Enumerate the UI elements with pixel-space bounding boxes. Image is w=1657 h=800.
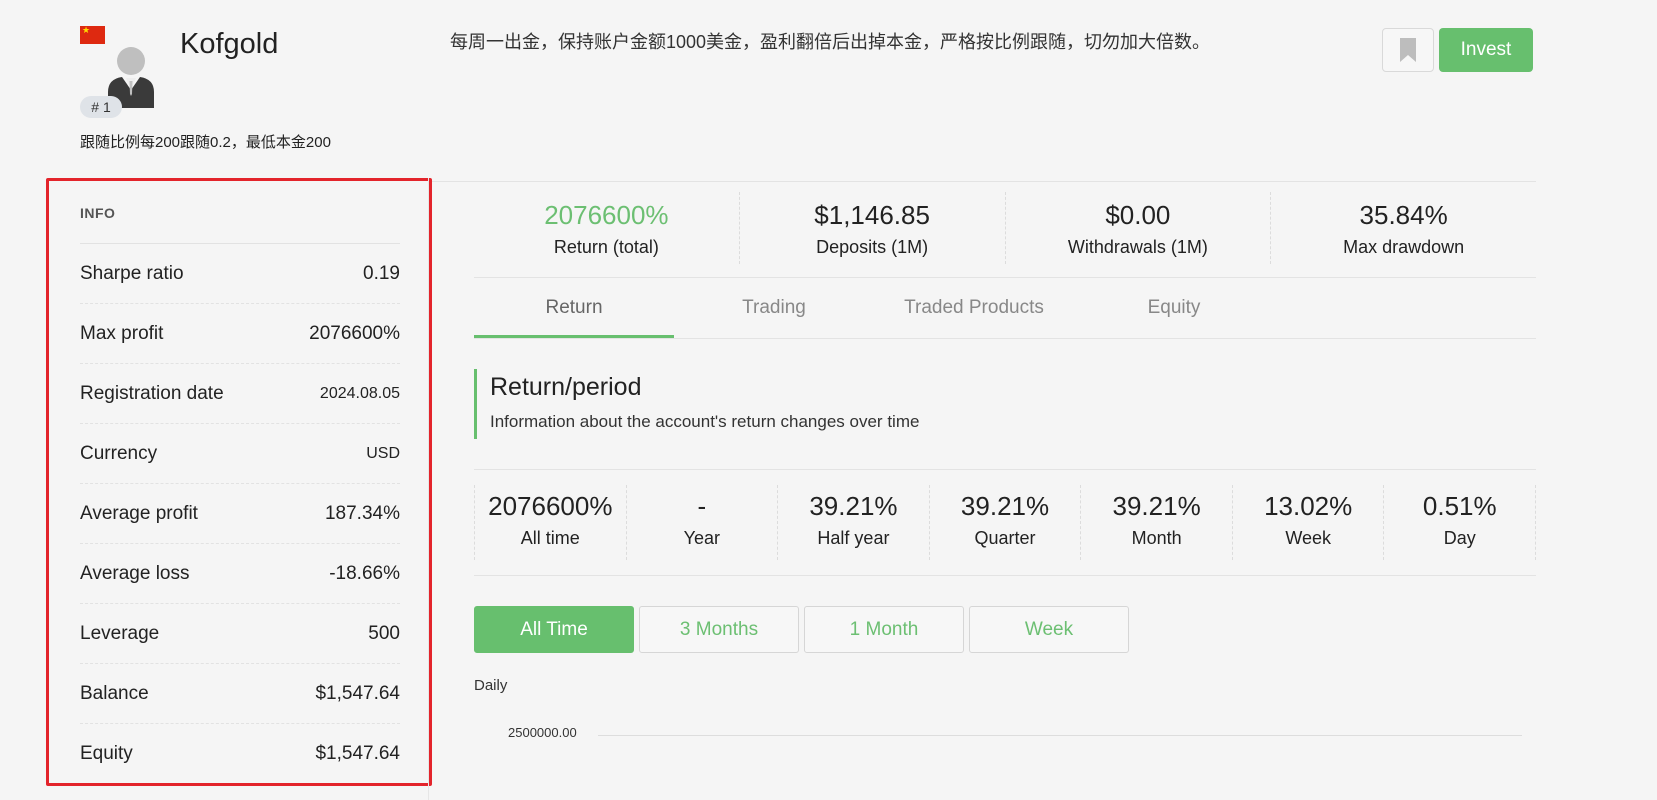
info-row-sharpe-ratio: Sharpe ratio 0.19 (80, 244, 400, 304)
info-value: 0.19 (363, 262, 400, 284)
tab-traded-products[interactable]: Traded Products (874, 278, 1074, 338)
info-value: $1,547.64 (315, 743, 400, 764)
bookmark-button[interactable] (1382, 28, 1434, 72)
chart-gridline (598, 735, 1522, 736)
info-label: Currency (80, 442, 158, 464)
info-value: -18.66% (329, 562, 400, 584)
info-label: Balance (80, 682, 149, 704)
detail-tabs: Return Trading Traded Products Equity (474, 277, 1536, 339)
period-value: 13.02% (1264, 491, 1353, 521)
tab-trading[interactable]: Trading (674, 278, 874, 338)
tab-equity[interactable]: Equity (1074, 278, 1274, 338)
period-value: 39.21% (1112, 491, 1201, 521)
section-title: Return/period (490, 373, 642, 401)
info-row-average-profit: Average profit 187.34% (80, 484, 400, 544)
period-month: 39.21% Month (1081, 485, 1233, 560)
period-value: 39.21% (809, 491, 898, 521)
summary-stats: 2076600% Return (total) $1,146.85 Deposi… (474, 192, 1536, 264)
period-label: Year (683, 528, 721, 548)
period-all-time: 2076600% All time (474, 485, 627, 560)
range-3-months-button[interactable]: 3 Months (639, 606, 799, 653)
info-row-average-loss: Average loss -18.66% (80, 544, 400, 604)
stat-label: Withdrawals (1M) (1067, 237, 1208, 257)
stat-value: $0.00 (1105, 200, 1171, 230)
period-label: Half year (817, 528, 890, 548)
trader-header: ★ # 1 Kofgold 跟随比例每200跟随0.2，最低本金200 每周一出… (0, 0, 1657, 170)
period-day: 0.51% Day (1384, 485, 1537, 560)
period-label: Month (1131, 528, 1182, 548)
china-flag-icon: ★ (80, 25, 105, 44)
stat-deposits: $1,146.85 Deposits (1M) (740, 192, 1006, 264)
period-quarter: 39.21% Quarter (930, 485, 1082, 560)
info-value: USD (366, 444, 400, 462)
info-row-leverage: Leverage 500 (80, 604, 400, 664)
tab-return[interactable]: Return (474, 278, 674, 338)
range-1-month-button[interactable]: 1 Month (804, 606, 964, 653)
info-label: Max profit (80, 322, 164, 344)
period-value: 39.21% (960, 491, 1050, 521)
invest-button[interactable]: Invest (1439, 28, 1533, 72)
info-value: 2076600% (309, 322, 400, 344)
range-selector: All Time 3 Months 1 Month Week (474, 606, 1129, 653)
info-value: 187.34% (324, 502, 400, 524)
period-value: - (697, 491, 707, 521)
period-label: All time (520, 528, 580, 548)
section-subtitle: Information about the account's return c… (490, 412, 920, 431)
period-label: Quarter (974, 528, 1036, 548)
info-label: Registration date (80, 382, 224, 404)
stat-label: Max drawdown (1343, 237, 1465, 257)
strategy-description: 每周一出金，保持账户金额1000美金，盈利翻倍后出掉本金，严格按比例跟随，切勿加… (450, 32, 1211, 52)
info-list: Sharpe ratio 0.19 Max profit 2076600% Re… (80, 243, 400, 784)
top-divider (432, 181, 1536, 182)
info-value: $1,547.64 (315, 682, 400, 704)
info-label: Average profit (80, 502, 198, 524)
info-value: 2024.08.05 (319, 384, 400, 402)
stat-value: 2076600% (544, 200, 669, 230)
info-label: Average loss (80, 562, 190, 584)
section-header: Return/period Information about the acco… (474, 369, 919, 439)
period-week: 13.02% Week (1233, 485, 1385, 560)
stat-max-drawdown: 35.84% Max drawdown (1271, 192, 1536, 264)
period-value: 0.51% (1422, 491, 1497, 521)
info-panel: INFO Sharpe ratio 0.19 Max profit 207660… (46, 178, 432, 786)
stat-value: $1,146.85 (814, 200, 930, 230)
stat-withdrawals: $0.00 Withdrawals (1M) (1006, 192, 1272, 264)
info-label: Leverage (80, 622, 160, 644)
period-label: Week (1285, 528, 1332, 548)
period-returns: 2076600% All time - Year 39.21% Half yea… (474, 469, 1537, 576)
stat-label: Deposits (1M) (816, 237, 929, 257)
trader-name: Kofgold (180, 28, 279, 60)
range-all-time-button[interactable]: All Time (474, 606, 634, 653)
info-row-balance: Balance $1,547.64 (80, 664, 400, 724)
stat-label: Return (total) (553, 237, 659, 257)
period-value: 2076600% (488, 491, 613, 521)
stat-return-total: 2076600% Return (total) (474, 192, 740, 264)
info-row-registration-date: Registration date 2024.08.05 (80, 364, 400, 424)
rank-badge: # 1 (80, 96, 122, 118)
bookmark-icon (1400, 38, 1416, 62)
follow-note: 跟随比例每200跟随0.2，最低本金200 (80, 134, 331, 151)
info-label: Sharpe ratio (80, 262, 184, 284)
stat-value: 35.84% (1359, 200, 1448, 230)
info-row-equity: Equity $1,547.64 (80, 724, 400, 784)
chart-interval-label: Daily (474, 677, 508, 694)
period-label: Day (1443, 528, 1476, 548)
info-row-currency: Currency USD (80, 424, 400, 484)
chart-y-tick: 2500000.00 (508, 725, 577, 740)
column-divider (428, 178, 429, 800)
info-value: 500 (368, 622, 400, 644)
info-row-max-profit: Max profit 2076600% (80, 304, 400, 364)
period-year: - Year (627, 485, 779, 560)
info-title: INFO (80, 205, 116, 221)
period-half-year: 39.21% Half year (778, 485, 930, 560)
info-label: Equity (80, 743, 133, 764)
range-week-button[interactable]: Week (969, 606, 1129, 653)
